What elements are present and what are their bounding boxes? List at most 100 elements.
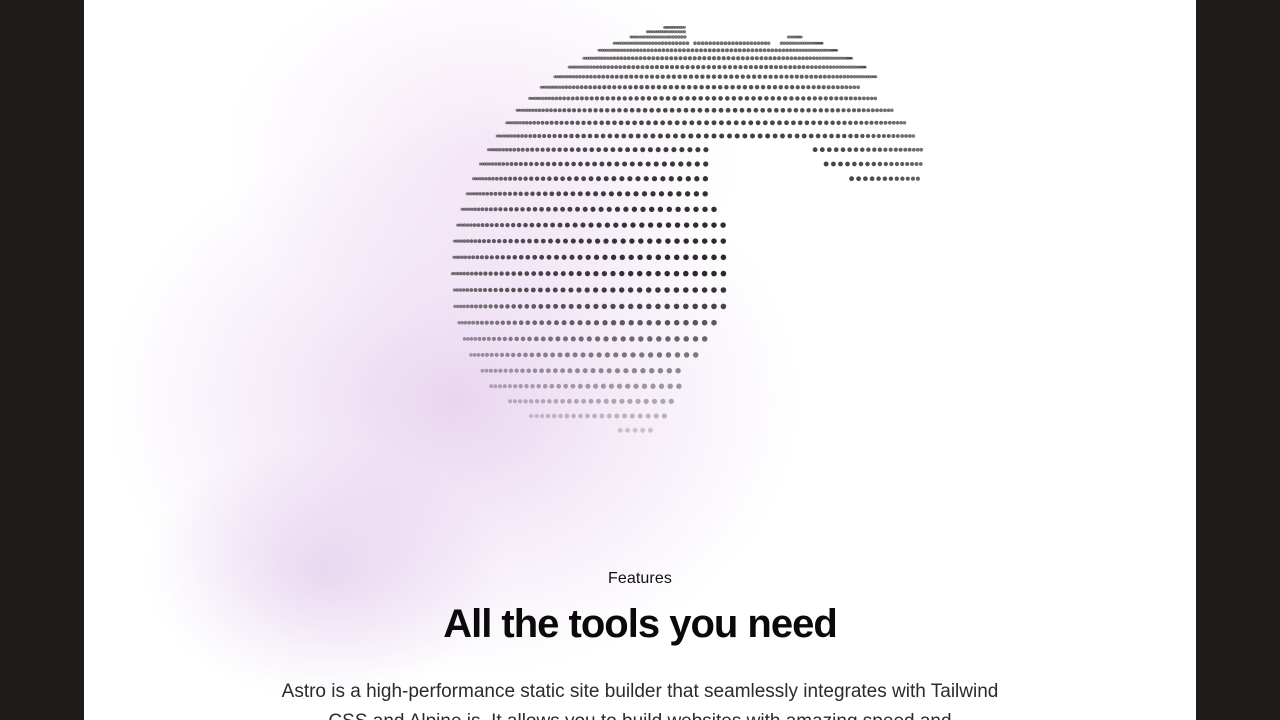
- globe-dot: [831, 85, 836, 90]
- globe-dot: [520, 207, 525, 212]
- globe-dot: [628, 133, 634, 139]
- globe-dot: [853, 120, 859, 125]
- globe-dot: [701, 336, 708, 342]
- globe-dot: [697, 56, 702, 61]
- globe-dot: [718, 96, 723, 101]
- globe-dot: [563, 383, 569, 389]
- globe-dot: [550, 352, 556, 358]
- globe-dot: [488, 207, 493, 212]
- globe-dot: [706, 65, 711, 70]
- globe-dot: [494, 223, 499, 228]
- globe-dot: [491, 239, 496, 244]
- globe-dot: [673, 287, 680, 293]
- globe-dot: [553, 176, 559, 182]
- globe-dot: [675, 367, 681, 374]
- globe-dot: [794, 74, 799, 79]
- globe-dot: [584, 287, 590, 293]
- globe-dot: [733, 120, 739, 126]
- globe-dot: [886, 108, 891, 113]
- globe-dot: [568, 287, 574, 293]
- globe-dot: [834, 96, 839, 101]
- globe-dot: [785, 56, 790, 61]
- globe-dot: [711, 65, 717, 70]
- globe-dot: [686, 84, 692, 90]
- globe-dot: [586, 238, 592, 244]
- globe-dot: [564, 85, 569, 89]
- globe-dot: [619, 74, 624, 79]
- globe-dot: [627, 270, 634, 277]
- globe-dot: [905, 176, 910, 181]
- globe-dot: [657, 133, 663, 139]
- globe-dot: [650, 85, 656, 90]
- globe-dot: [505, 222, 510, 228]
- globe-dot: [548, 238, 553, 244]
- globe-dot: [527, 238, 532, 244]
- globe-dot: [483, 271, 488, 276]
- globe-dot: [532, 368, 538, 374]
- globe-dot: [606, 368, 612, 374]
- globe-dot: [534, 413, 539, 419]
- globe-dot: [756, 41, 761, 45]
- globe-dot: [711, 270, 717, 277]
- globe-dot: [838, 74, 843, 79]
- globe-dot: [525, 254, 531, 260]
- globe-dot: [653, 48, 658, 53]
- globe-dot: [915, 176, 920, 181]
- globe-dot: [456, 304, 460, 309]
- globe-dot: [860, 133, 865, 139]
- globe-dot: [777, 48, 782, 53]
- globe-dot: [692, 303, 698, 310]
- globe-dot: [528, 120, 533, 125]
- globe-dot: [585, 383, 591, 389]
- globe-dot: [759, 65, 764, 70]
- globe-dot: [798, 48, 803, 53]
- globe-dot: [754, 56, 759, 61]
- globe-dot: [553, 206, 558, 212]
- globe-dot: [789, 85, 795, 90]
- globe-dot: [665, 238, 671, 244]
- section-description: Astro is a high-performance static site …: [281, 681, 999, 720]
- globe-dot: [614, 368, 621, 374]
- globe-dot: [520, 238, 526, 244]
- globe-dot: [674, 222, 681, 228]
- globe-dot: [603, 336, 609, 342]
- globe-dot: [628, 319, 634, 326]
- globe-dot: [550, 222, 556, 228]
- globe-dot: [900, 176, 905, 181]
- globe-dot: [811, 120, 816, 126]
- globe-dot: [552, 287, 558, 293]
- globe-dot: [593, 303, 599, 310]
- globe-dot: [866, 108, 871, 113]
- globe-dot: [546, 254, 552, 260]
- globe-dot: [748, 84, 754, 90]
- globe-dot: [512, 399, 518, 404]
- globe-dot: [711, 238, 717, 244]
- globe-dot: [564, 413, 570, 419]
- globe-dot: [647, 147, 653, 153]
- globe-dot: [554, 120, 559, 125]
- globe-dot: [477, 239, 482, 244]
- globe-dot: [462, 271, 466, 276]
- globe-dot: [586, 65, 590, 69]
- globe-dot: [683, 107, 689, 113]
- globe-dot: [661, 413, 667, 419]
- globe-dot: [462, 239, 467, 243]
- globe-dot: [526, 207, 531, 212]
- globe-dot: [589, 96, 594, 101]
- globe-dot: [493, 271, 499, 276]
- globe-dot: [536, 191, 541, 197]
- globe-dot: [603, 398, 609, 404]
- globe-dot: [589, 147, 595, 153]
- globe-dot: [645, 85, 650, 90]
- globe-dot: [766, 41, 771, 45]
- globe-dot: [465, 271, 470, 276]
- globe-dot: [760, 41, 764, 45]
- globe-dot: [720, 254, 727, 261]
- globe-dot: [692, 56, 697, 61]
- globe-dot: [556, 191, 562, 197]
- globe-dot: [694, 74, 699, 79]
- globe-dot: [780, 133, 785, 139]
- globe-dot: [614, 133, 620, 139]
- globe-dot: [523, 161, 528, 167]
- globe-dot: [593, 270, 599, 277]
